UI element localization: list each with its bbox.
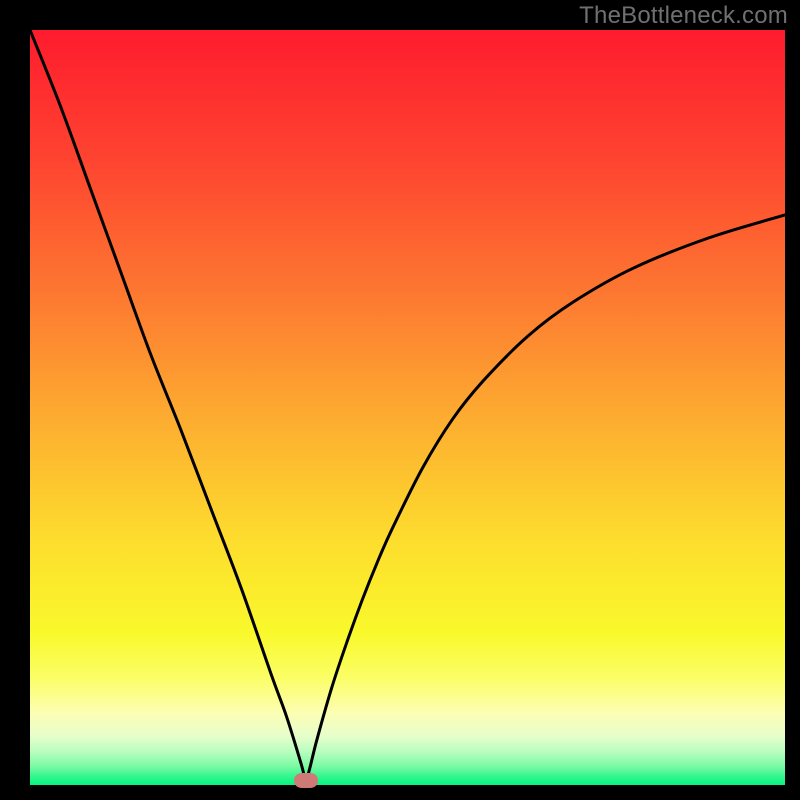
bottleneck-curve [30, 30, 785, 785]
watermark-text: TheBottleneck.com [579, 2, 788, 30]
plot-area [30, 30, 785, 785]
chart-stage: TheBottleneck.com [0, 0, 800, 800]
minimum-marker [294, 773, 318, 788]
